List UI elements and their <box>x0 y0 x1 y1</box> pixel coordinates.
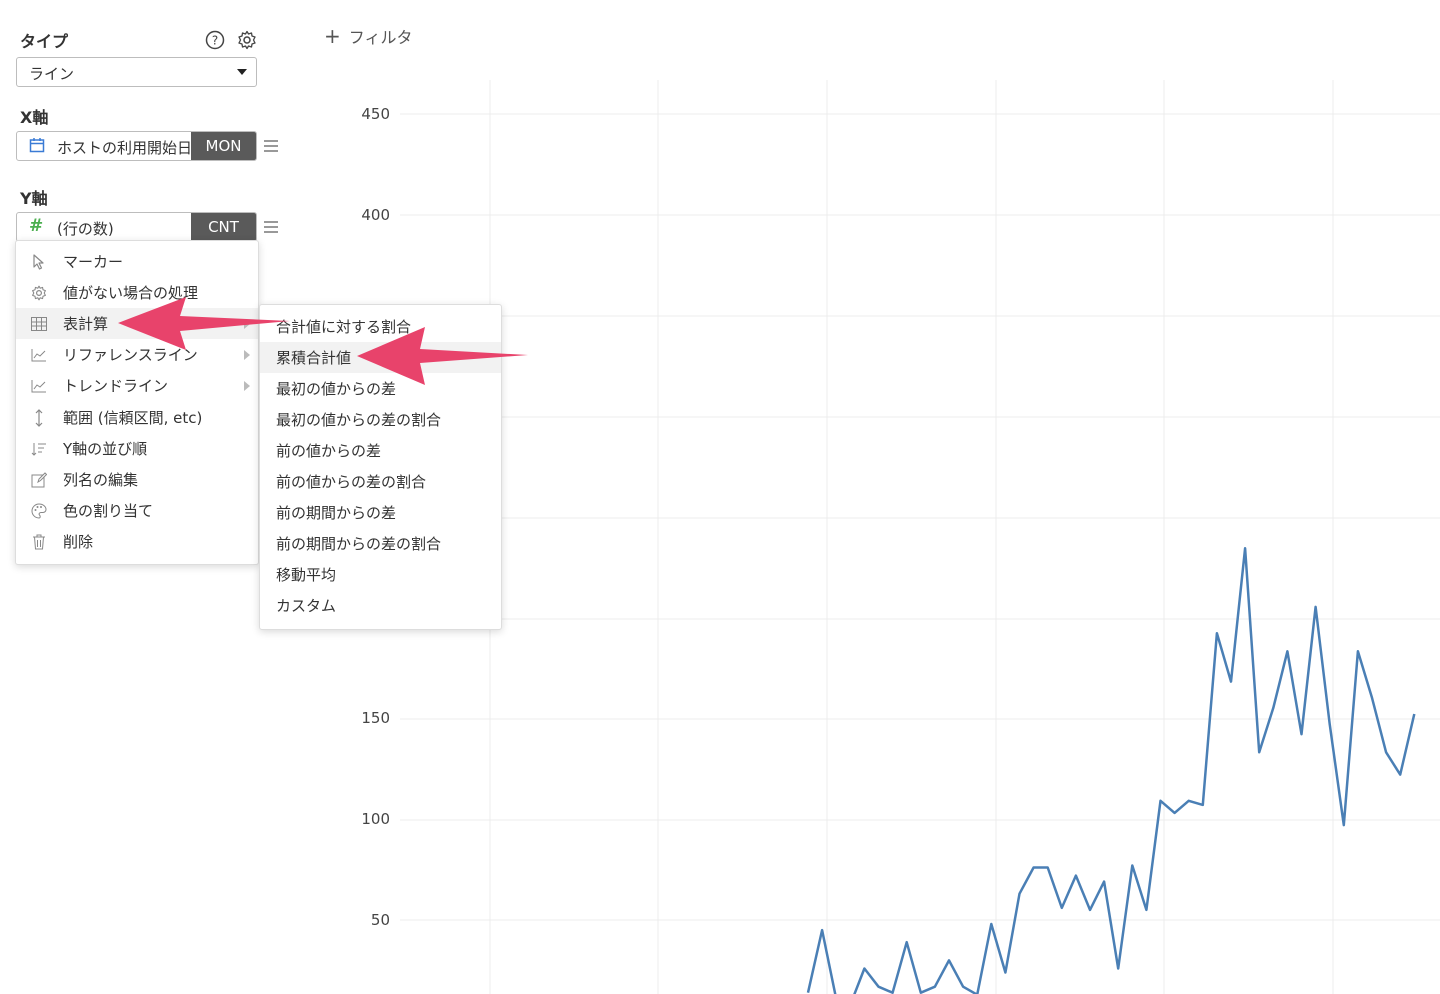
y-axis-aggregation[interactable]: CNT <box>191 213 256 241</box>
edit-icon <box>30 471 48 489</box>
menu-item-rename-column[interactable]: 列名の編集 <box>16 464 258 495</box>
menu-item-label: Y軸の並び順 <box>63 440 148 458</box>
trend-line-icon <box>30 377 48 395</box>
plus-icon: + <box>324 24 341 48</box>
x-axis-aggregation[interactable]: MON <box>191 132 256 160</box>
chevron-right-icon <box>244 318 250 329</box>
menu-item-label: 表計算 <box>63 315 109 333</box>
menu-item-marker[interactable]: マーカー <box>16 246 258 277</box>
menu-item-label: 色の割り当て <box>63 502 154 520</box>
y-axis-context-menu: マーカー 値がない場合の処理 表計算 リファレンスライン トレンドライン 範囲 … <box>15 240 259 565</box>
y-axis-menu-icon[interactable] <box>264 221 278 233</box>
gear-icon[interactable] <box>236 29 258 51</box>
submenu-item-diff-from-first[interactable]: 最初の値からの差 <box>260 373 501 404</box>
sort-icon <box>30 440 48 458</box>
menu-item-missing-values[interactable]: 値がない場合の処理 <box>16 277 258 308</box>
submenu-item-percent-of-total[interactable]: 合計値に対する割合 <box>260 311 501 342</box>
y-tick-label: 400 <box>361 206 390 224</box>
add-filter-button[interactable]: + フィルタ <box>324 24 412 48</box>
x-axis-field-label: ホストの利用開始日 <box>57 139 193 157</box>
menu-item-delete[interactable]: 削除 <box>16 526 258 557</box>
x-axis-label: X軸 <box>20 108 49 127</box>
y-axis-field[interactable]: # (行の数) CNT <box>16 212 257 242</box>
menu-item-label: トレンドライン <box>63 377 169 395</box>
submenu-item-diff-from-previous[interactable]: 前の値からの差 <box>260 435 501 466</box>
help-icon[interactable]: ? <box>204 29 226 51</box>
menu-item-color-assignment[interactable]: 色の割り当て <box>16 495 258 526</box>
y-tick-label: 50 <box>370 911 390 929</box>
x-axis-field[interactable]: ホストの利用開始日 MON <box>16 131 257 161</box>
y-tick-label: 450 <box>361 105 390 123</box>
menu-item-trend-line[interactable]: トレンドライン <box>16 370 258 401</box>
vertical-range-icon <box>30 408 48 427</box>
chevron-right-icon <box>244 380 250 391</box>
menu-item-label: マーカー <box>63 253 124 271</box>
table-icon <box>30 315 48 333</box>
x-axis-menu-icon[interactable] <box>264 140 278 152</box>
trash-icon <box>30 533 48 551</box>
svg-text:?: ? <box>212 34 218 48</box>
y-axis-field-label: (行の数) <box>57 220 114 238</box>
menu-item-label: 値がない場合の処理 <box>63 284 199 302</box>
submenu-item-running-total[interactable]: 累積合計値 <box>260 342 501 373</box>
submenu-item-diff-from-prior-period[interactable]: 前の期間からの差 <box>260 497 501 528</box>
menu-item-y-axis-sort[interactable]: Y軸の並び順 <box>16 433 258 464</box>
y-tick-label: 150 <box>361 709 390 727</box>
reference-line-icon <box>30 346 48 364</box>
chevron-right-icon <box>244 349 250 360</box>
palette-icon <box>30 502 48 520</box>
submenu-item-pct-diff-from-first[interactable]: 最初の値からの差の割合 <box>260 404 501 435</box>
menu-item-label: 範囲 (信頼区間, etc) <box>63 409 203 427</box>
table-calculation-submenu: 合計値に対する割合 累積合計値 最初の値からの差 最初の値からの差の割合 前の値… <box>259 304 502 630</box>
submenu-item-pct-diff-from-prior-period[interactable]: 前の期間からの差の割合 <box>260 528 501 559</box>
menu-item-table-calculation[interactable]: 表計算 <box>16 308 258 339</box>
menu-item-label: リファレンスライン <box>63 346 198 364</box>
submenu-item-custom[interactable]: カスタム <box>260 590 501 621</box>
submenu-item-pct-diff-from-previous[interactable]: 前の値からの差の割合 <box>260 466 501 497</box>
menu-item-reference-line[interactable]: リファレンスライン <box>16 339 258 370</box>
chart-type-value: ライン <box>29 65 75 83</box>
menu-item-label: 列名の編集 <box>63 471 139 489</box>
chart-type-select[interactable]: ライン <box>16 57 257 87</box>
type-label: タイプ <box>20 32 69 51</box>
chevron-down-icon <box>237 69 247 75</box>
series-line <box>806 547 1416 994</box>
filter-label: フィルタ <box>348 28 413 47</box>
y-axis-label: Y軸 <box>20 189 48 208</box>
pointer-icon <box>30 253 48 271</box>
calendar-icon <box>29 137 47 155</box>
menu-item-range[interactable]: 範囲 (信頼区間, etc) <box>16 402 258 433</box>
menu-item-label: 削除 <box>63 533 94 551</box>
gear-icon <box>30 284 48 302</box>
y-tick-label: 100 <box>361 810 390 828</box>
submenu-item-moving-average[interactable]: 移動平均 <box>260 559 501 590</box>
hash-icon: # <box>29 216 44 236</box>
